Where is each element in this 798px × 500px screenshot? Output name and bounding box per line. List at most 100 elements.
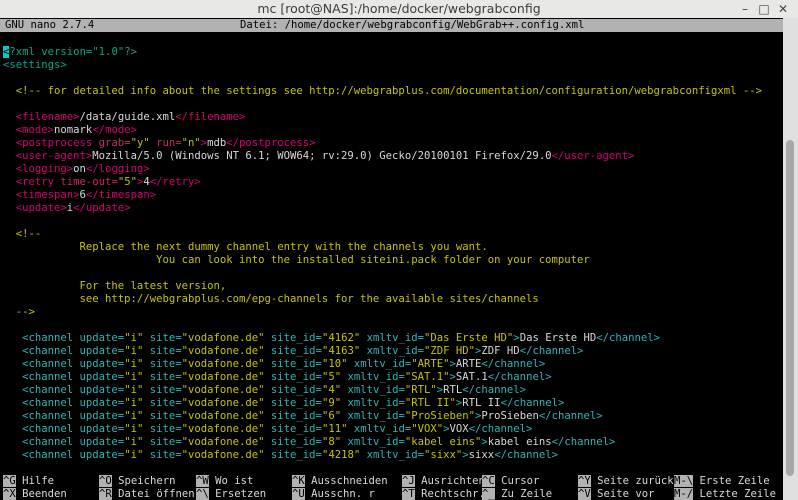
shortcut-item[interactable]: ^K Ausschneiden xyxy=(292,475,388,488)
editor-line[interactable]: <channel update="i" site="vodafone.de" s… xyxy=(3,358,762,371)
shortcut-label: Datei öffnen xyxy=(111,488,195,500)
editor-line[interactable]: <mode>nomark</mode> xyxy=(3,124,762,137)
editor-text-area[interactable]: <?xml version="1.0"?> <settings> <!-- for… xyxy=(3,46,762,462)
code-token: xmltv_id= xyxy=(341,384,405,396)
editor-line[interactable]: <retry time-out="5">4</retry> xyxy=(3,176,762,189)
shortcut-label: Beenden xyxy=(15,488,67,500)
shortcut-item[interactable]: ^G Hilfe xyxy=(3,475,54,488)
code-token: Replace the next dummy channel entry wit… xyxy=(3,241,488,253)
shortcut-item[interactable]: M-/ Letzte Zeile xyxy=(674,488,776,500)
editor-line[interactable] xyxy=(3,319,762,332)
code-token: "vodafone.de" xyxy=(181,423,265,435)
editor-line[interactable] xyxy=(3,267,762,280)
code-token: grab= xyxy=(98,137,131,149)
code-token: <postprocess xyxy=(3,137,99,149)
editor-line[interactable]: For the latest version, xyxy=(3,280,762,293)
editor-line[interactable]: <!-- for detailed info about the setting… xyxy=(3,85,762,98)
code-token: </channel> xyxy=(596,332,661,344)
shortcut-key: M-/ xyxy=(674,488,694,500)
code-token: time-out= xyxy=(60,176,118,188)
editor-line[interactable]: <channel update="i" site="vodafone.de" s… xyxy=(3,410,762,423)
shortcut-item[interactable]: ^X Beenden xyxy=(3,488,67,500)
minimize-icon[interactable]: – xyxy=(738,2,752,16)
code-token: "8" xyxy=(321,436,342,448)
code-token: "vodafone.de" xyxy=(181,449,265,461)
close-icon[interactable]: ✕ xyxy=(776,2,790,16)
editor-line[interactable]: <settings> xyxy=(3,59,762,72)
code-token: "10" xyxy=(321,358,348,370)
editor-line[interactable]: see http://webgrabplus.com/epg-channels … xyxy=(3,293,762,306)
editor-line[interactable]: <channel update="i" site="vodafone.de" s… xyxy=(3,436,762,449)
editor-line[interactable]: <channel update="i" site="vodafone.de" s… xyxy=(3,345,762,358)
code-token: site_id= xyxy=(264,371,322,383)
code-token: "ZDF HD" xyxy=(424,345,476,357)
shortcut-item[interactable]: ^V Seite vor xyxy=(578,488,655,500)
scrollbar-thumb[interactable] xyxy=(786,140,794,476)
editor-line[interactable]: Replace the next dummy channel entry wit… xyxy=(3,241,762,254)
shortcut-key: ^K xyxy=(292,475,305,487)
code-token: "i" xyxy=(124,436,144,448)
editor-line[interactable]: <update>i</update> xyxy=(3,202,762,215)
nano-header: GNU nano 2.7.4 Datei: /home/docker/webgr… xyxy=(0,19,783,32)
editor-line[interactable]: <!-- xyxy=(3,228,762,241)
editor-line[interactable]: <channel update="i" site="vodafone.de" s… xyxy=(3,332,762,345)
maximize-icon[interactable]: □ xyxy=(757,2,771,16)
editor-line[interactable]: <?xml version="1.0"?> xyxy=(3,46,762,59)
editor-line[interactable]: --> xyxy=(3,306,762,319)
code-token: "i" xyxy=(124,358,144,370)
editor-line[interactable]: <channel update="i" site="vodafone.de" s… xyxy=(3,384,762,397)
code-token: site_id= xyxy=(264,384,322,396)
shortcut-item[interactable]: ^T Rechtschr. xyxy=(402,488,485,500)
code-token: "i" xyxy=(124,371,144,383)
code-token: site_id= xyxy=(264,423,322,435)
code-token: sixx xyxy=(468,449,495,461)
editor-line[interactable]: <postprocess grab="y" run="n">mdb</postp… xyxy=(3,137,762,150)
editor-line[interactable] xyxy=(3,215,762,228)
code-token: </logging> xyxy=(85,163,150,175)
shortcut-item[interactable]: ^\ Ersetzen xyxy=(196,488,266,500)
code-token: "i" xyxy=(124,410,144,422)
nano-version: GNU nano 2.7.4 xyxy=(5,19,95,31)
shortcut-item[interactable]: ^Y Seite zurück xyxy=(578,475,674,488)
shortcut-item[interactable]: ^R Datei öffnen xyxy=(99,488,195,500)
code-token: </mode> xyxy=(92,124,137,136)
code-token: site= xyxy=(143,436,182,448)
editor-line[interactable]: <channel update="i" site="vodafone.de" s… xyxy=(3,423,762,436)
code-token: <!-- xyxy=(3,228,42,240)
shortcut-label: Cursor xyxy=(494,475,540,487)
editor-line[interactable] xyxy=(3,72,762,85)
shortcut-item[interactable]: M-\ Erste Zeile xyxy=(674,475,770,488)
editor-line[interactable]: <timespan>6</timespan> xyxy=(3,189,762,202)
editor-line[interactable] xyxy=(3,98,762,111)
editor-line[interactable]: <channel update="i" site="vodafone.de" s… xyxy=(3,397,762,410)
shortcut-key: M-\ xyxy=(674,475,694,487)
shortcut-key: ^Y xyxy=(578,475,591,487)
shortcut-key: ^J xyxy=(402,475,415,487)
editor-line[interactable]: <filename>/data/guide.xml</filename> xyxy=(3,111,762,124)
shortcut-item[interactable]: ^J Ausrichten xyxy=(402,475,485,488)
shortcut-item[interactable]: ^_ Zu Zeile xyxy=(482,488,552,500)
shortcut-item[interactable]: ^U Ausschn. r xyxy=(292,488,375,500)
code-token: site= xyxy=(143,332,182,344)
scrollbar[interactable] xyxy=(783,18,798,500)
code-token: </retry> xyxy=(149,176,201,188)
shortcut-item[interactable]: ^C Cursor xyxy=(482,475,539,488)
code-token: ZDF HD xyxy=(481,345,520,357)
code-token: site= xyxy=(143,410,182,422)
shortcut-item[interactable]: ^O Speichern xyxy=(99,475,176,488)
terminal[interactable]: GNU nano 2.7.4 Datei: /home/docker/webgr… xyxy=(0,18,783,500)
code-token: ProSieben xyxy=(481,410,539,422)
window-titlebar[interactable]: mc [root@NAS]:/home/docker/webgrabconfig… xyxy=(0,0,798,19)
editor-line[interactable]: <channel update="i" site="vodafone.de" s… xyxy=(3,371,762,384)
shortcut-bar: ^G Hilfe ^O Speichern ^W Wo ist ^K Ausschne… xyxy=(3,475,783,500)
code-token: site_id= xyxy=(264,345,322,357)
editor-line[interactable]: <channel update="i" site="vodafone.de" s… xyxy=(3,449,762,462)
code-token: </channel> xyxy=(494,449,558,461)
shortcut-item[interactable]: ^W Wo ist xyxy=(196,475,253,488)
editor-line[interactable]: <user-agent>Mozilla/5.0 (Windows NT 6.1;… xyxy=(3,150,762,163)
code-token: "4162" xyxy=(321,332,361,344)
editor-line[interactable]: You can look into the installed siteini.… xyxy=(3,254,762,267)
editor-line[interactable]: <logging>on</logging> xyxy=(3,163,762,176)
code-token: "vodafone.de" xyxy=(181,332,265,344)
code-token: "y" xyxy=(130,137,150,149)
